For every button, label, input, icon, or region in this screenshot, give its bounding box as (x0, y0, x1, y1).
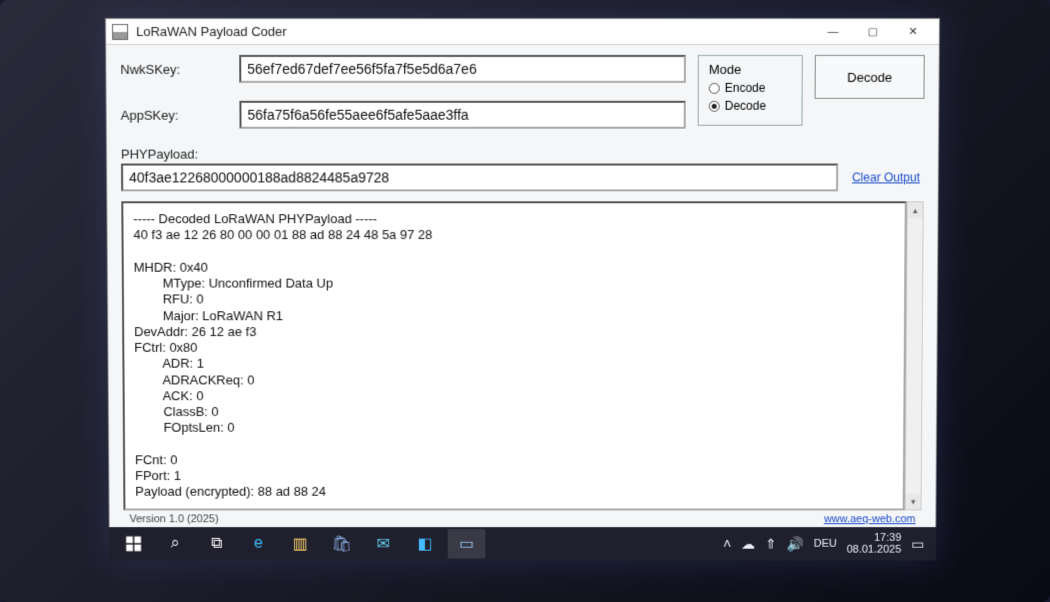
clock-time: 17:39 (847, 532, 902, 544)
mode-groupbox: Mode Encode Decode (698, 55, 803, 126)
website-link[interactable]: www.aeq-web.com (824, 513, 916, 525)
phypayload-label: PHYPayload: (121, 147, 924, 162)
edge-icon[interactable]: e (240, 529, 278, 558)
taskbar: ⌕ ⧉ e ▥ 🛍 ✉ ◧ ▭ ˄ ☁ ⇑ 🔊 DEU 17:39 08.01.… (109, 527, 937, 560)
clock-date: 08.01.2025 (847, 544, 902, 556)
scroll-down-icon[interactable]: ▾ (906, 494, 921, 510)
nwkskey-label: NwkSKey: (120, 61, 225, 76)
phypayload-input[interactable] (121, 164, 838, 192)
taskview-icon[interactable]: ⧉ (198, 529, 236, 558)
onedrive-icon[interactable]: ☁ (741, 535, 755, 552)
appskey-label: AppSKey: (121, 107, 226, 122)
wifi-icon[interactable]: ⇑ (765, 535, 777, 552)
mode-legend: Mode (709, 62, 742, 77)
output-textarea[interactable]: ----- Decoded LoRaWAN PHYPayload ----- 4… (121, 201, 906, 510)
tray-chevron-icon[interactable]: ˄ (723, 536, 731, 552)
notifications-icon[interactable]: ▭ (911, 535, 924, 552)
volume-icon[interactable]: 🔊 (787, 535, 804, 552)
window-title: LoRaWAN Payload Coder (136, 24, 813, 39)
version-label: Version 1.0 (2025) (129, 513, 218, 525)
search-icon[interactable]: ⌕ (156, 529, 194, 558)
app2-icon[interactable]: ▭ (448, 529, 486, 558)
close-button[interactable]: ✕ (893, 19, 933, 43)
clock[interactable]: 17:39 08.01.2025 (847, 532, 902, 556)
app1-icon[interactable]: ◧ (406, 529, 444, 558)
language-indicator[interactable]: DEU (814, 538, 837, 550)
minimize-button[interactable]: — (813, 19, 853, 43)
windows-icon (125, 535, 143, 553)
system-tray: ˄ ☁ ⇑ 🔊 DEU 17:39 08.01.2025 ▭ (723, 532, 930, 556)
file-explorer-icon[interactable]: ▥ (281, 529, 319, 558)
store-icon[interactable]: 🛍 (323, 529, 361, 558)
start-button[interactable] (115, 529, 153, 558)
app-icon (112, 23, 128, 39)
titlebar[interactable]: LoRaWAN Payload Coder — ▢ ✕ (106, 19, 939, 45)
scroll-up-icon[interactable]: ▴ (908, 202, 923, 218)
radio-icon (709, 82, 720, 93)
nwkskey-input[interactable] (239, 55, 686, 83)
scroll-thumb[interactable] (913, 219, 915, 493)
decode-button[interactable]: Decode (815, 55, 925, 99)
mail-icon[interactable]: ✉ (364, 529, 402, 558)
radio-icon (709, 100, 720, 111)
clear-output-link[interactable]: Clear Output (848, 170, 924, 184)
encode-radio[interactable]: Encode (709, 81, 792, 95)
decode-radio[interactable]: Decode (709, 99, 792, 113)
encode-radio-label: Encode (725, 81, 766, 95)
appskey-input[interactable] (239, 101, 685, 129)
app-window: LoRaWAN Payload Coder — ▢ ✕ NwkSKey: App… (105, 18, 940, 533)
decode-radio-label: Decode (725, 99, 766, 113)
maximize-button[interactable]: ▢ (853, 19, 893, 43)
output-scrollbar[interactable]: ▴ ▾ (905, 201, 924, 510)
